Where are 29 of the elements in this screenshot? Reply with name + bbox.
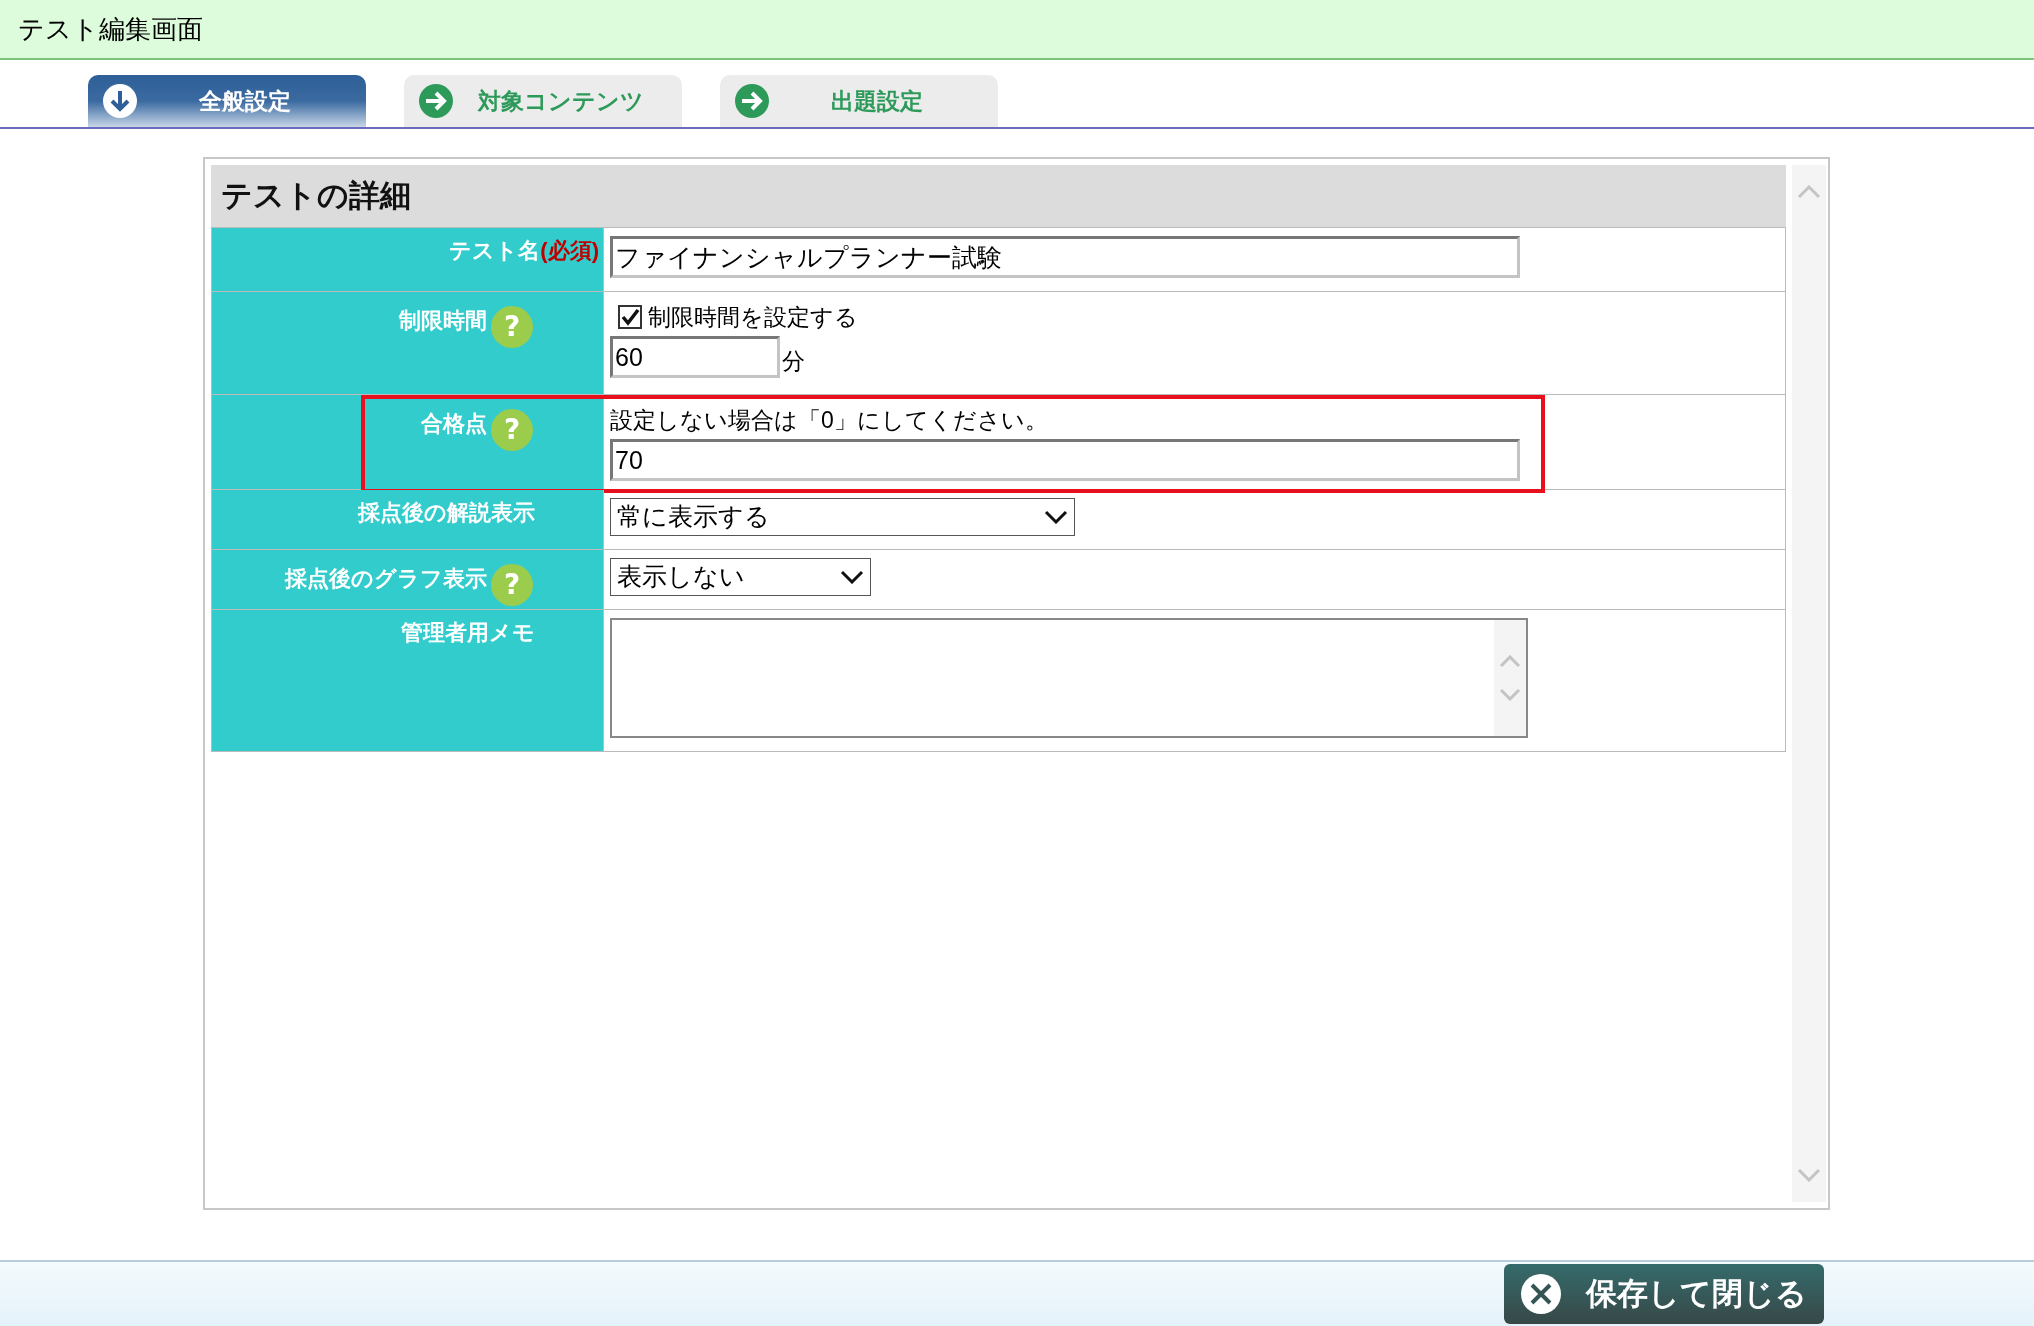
scroll-down-icon[interactable] — [1499, 689, 1521, 701]
chevron-down-icon — [840, 570, 864, 584]
required-mark: (必須) — [540, 237, 599, 265]
field-label: 制限時間 — [399, 307, 487, 335]
tab[interactable]: 全般設定 — [88, 75, 366, 127]
unit-label: 分 — [782, 346, 805, 376]
test-name-input[interactable]: ファイナンシャルプランナー試験 — [610, 236, 1520, 278]
field-label: 採点後のグラフ表示 — [285, 565, 487, 593]
checkbox-label: 制限時間を設定する — [648, 302, 858, 332]
scrollbar[interactable] — [1792, 165, 1826, 1202]
scroll-up-icon[interactable] — [1797, 185, 1822, 199]
memo-textarea[interactable] — [610, 618, 1528, 738]
field-label: テスト名 — [449, 237, 541, 265]
chevron-down-icon — [1044, 510, 1068, 524]
field-label: 採点後の解説表示 — [358, 499, 535, 527]
passing-score-input[interactable]: 70 — [610, 439, 1520, 481]
field-label: 合格点 — [421, 410, 487, 438]
dropdown[interactable]: 表示しない — [610, 558, 871, 596]
close-icon — [1520, 1273, 1562, 1315]
time-limit-input[interactable]: 60 — [610, 336, 780, 378]
scroll-up-icon[interactable] — [1499, 655, 1521, 667]
save-and-close-button[interactable]: 保存して閉じる — [1504, 1264, 1824, 1324]
scroll-down-icon[interactable] — [1797, 1168, 1822, 1182]
dropdown[interactable]: 常に表示する — [610, 498, 1075, 536]
hint-text: 設定しない場合は「0」にしてください。 — [610, 406, 1048, 435]
panel-title: テストの詳細 — [211, 165, 1787, 227]
page-title: テスト編集画面 — [18, 12, 203, 46]
checkbox[interactable] — [618, 305, 642, 329]
field-label: 管理者用メモ — [401, 619, 535, 647]
